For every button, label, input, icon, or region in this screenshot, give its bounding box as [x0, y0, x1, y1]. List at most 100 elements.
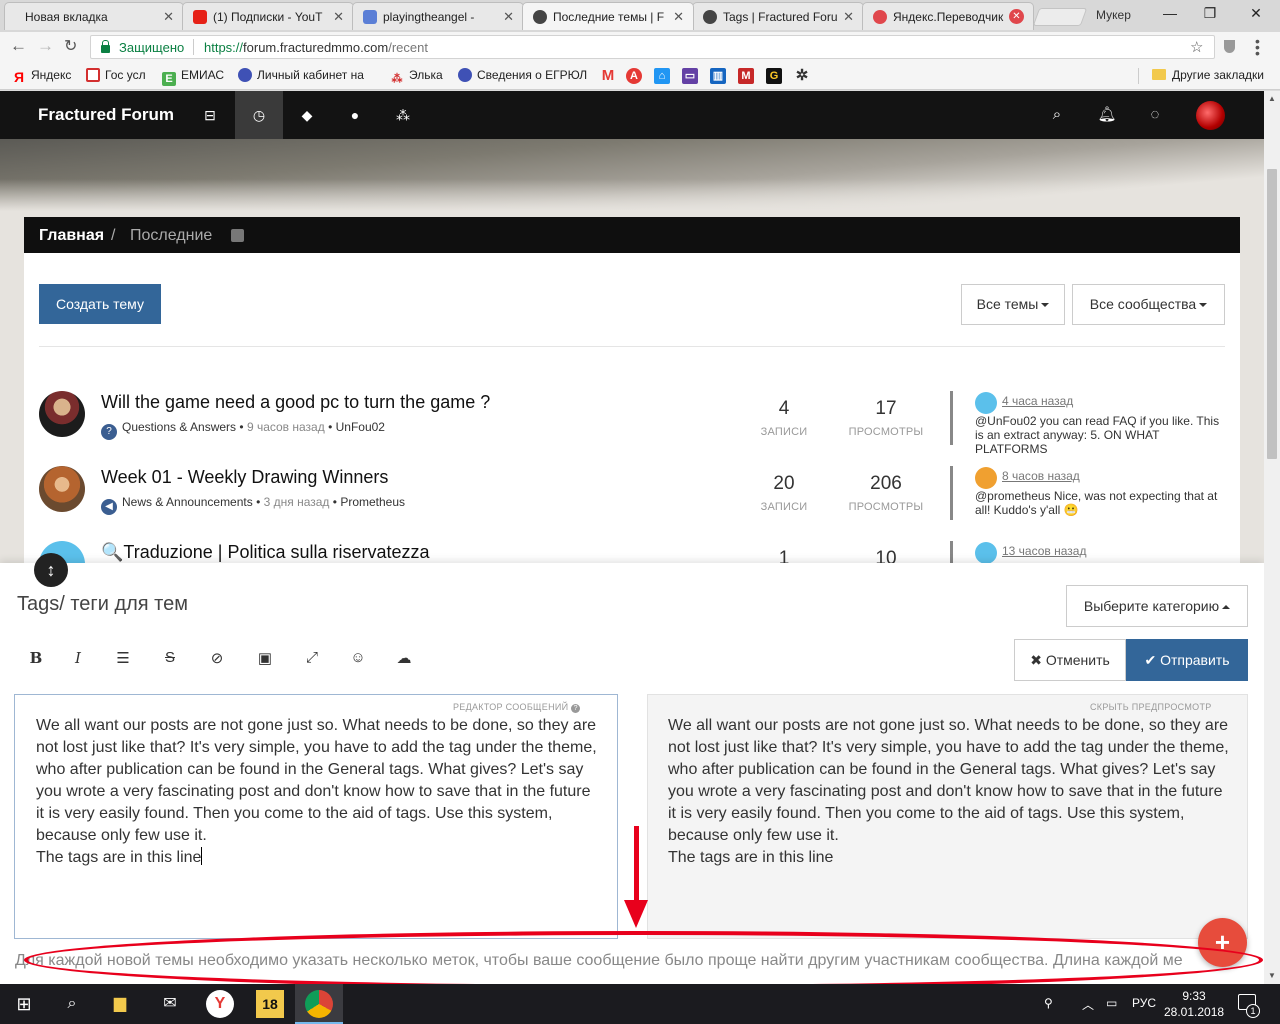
groups-icon[interactable]: ⁂ [379, 91, 427, 139]
close-tab-icon[interactable]: ✕ [843, 3, 854, 30]
twitch-icon[interactable]: ▭ [682, 68, 698, 84]
fullscreen-icon[interactable]: ⤢ [300, 649, 324, 666]
tab-new-tab[interactable]: Новая вкладка ✕ [4, 2, 184, 30]
people-icon[interactable]: ⚲ [1044, 996, 1053, 1010]
avatar[interactable] [975, 392, 997, 414]
close-window-icon[interactable]: ✕ [1236, 5, 1276, 22]
close-tab-icon[interactable]: ✕ [503, 3, 514, 30]
avatar[interactable] [39, 391, 85, 437]
bold-icon[interactable]: B [24, 649, 48, 667]
metro-icon[interactable]: M [600, 68, 616, 84]
browser-menu-icon[interactable]: • • • [1255, 34, 1260, 60]
forum-brand[interactable]: Fractured Forum [38, 105, 174, 125]
avatar[interactable] [975, 542, 997, 564]
shopping-icon[interactable]: ⌂ [654, 68, 670, 84]
translate-icon[interactable]: A [626, 68, 642, 84]
avatar[interactable] [1196, 101, 1225, 130]
language-indicator[interactable]: РУС [1132, 996, 1156, 1010]
rss-icon[interactable] [231, 229, 244, 242]
cloud-upload-icon[interactable]: ☁ [392, 649, 416, 667]
windows-start-icon[interactable]: ⊞ [10, 990, 38, 1018]
topic-title[interactable]: 🔍Traduzione | Politica sulla riservatezz… [101, 542, 430, 563]
topic-author[interactable]: Prometheus [340, 495, 405, 509]
strikethrough-icon[interactable]: S [158, 649, 182, 666]
create-topic-button[interactable]: Создать тему [39, 284, 161, 324]
bell-icon[interactable]: 🔔︎ [1092, 91, 1122, 139]
tab-playingtheangel[interactable]: playingtheangel - ✕ [352, 2, 524, 30]
close-tab-icon[interactable]: ✕ [163, 3, 174, 30]
back-icon[interactable]: ← [10, 36, 27, 56]
url-omnibox[interactable]: Защищено https://forum.fracturedmmo.com/… [90, 35, 1215, 59]
topic-author[interactable]: UnFou02 [336, 420, 385, 434]
chrome-icon[interactable] [305, 990, 333, 1018]
bookmark-yandex[interactable]: Я Яндекс [12, 68, 71, 84]
tab-recent-topics[interactable]: Последние темы | F ✕ [522, 2, 694, 30]
chat-icon[interactable]: ◌ [1140, 91, 1170, 139]
tags-icon[interactable]: ◆ [283, 91, 331, 139]
tray-chevron-icon[interactable]: ︿ [1082, 996, 1094, 1013]
composer-title-input[interactable]: Tags/ теги для тем [17, 593, 188, 616]
emoji-icon[interactable]: ☺ [346, 649, 370, 666]
submit-button[interactable]: ✔ Отправить [1126, 639, 1248, 681]
teaser-time[interactable]: 4 часа назад [1002, 394, 1073, 408]
profile-name[interactable]: Мукер [1096, 8, 1131, 22]
bookmark-emias[interactable]: E ЕМИАС [162, 68, 224, 86]
minimize-icon[interactable]: — [1150, 5, 1190, 21]
network-icon[interactable]: ▭ [1106, 996, 1117, 1010]
reload-icon[interactable]: ↻ [64, 36, 77, 56]
extension-shield-icon[interactable] [1224, 40, 1235, 53]
all-topics-dropdown[interactable]: Все темы [961, 284, 1065, 325]
teaser-time[interactable]: 8 часов назад [1002, 469, 1080, 483]
new-tab-button[interactable] [1032, 8, 1088, 26]
bookmark-elka[interactable]: ⁂ Элька [390, 68, 443, 86]
close-tab-icon[interactable]: ✕ [1009, 9, 1024, 24]
teaser-time[interactable]: 13 часов назад [1002, 544, 1086, 558]
close-tab-icon[interactable]: ✕ [673, 3, 684, 30]
bookmark-tax[interactable]: Личный кабинет на [238, 68, 364, 82]
search-icon[interactable]: ⌕ [58, 990, 86, 1018]
bookmark-egrul[interactable]: Сведения о ЕГРЮЛ [458, 68, 587, 82]
file-explorer-icon[interactable]: ▆ [106, 990, 134, 1018]
topic-category[interactable]: News & Announcements [122, 495, 253, 509]
cancel-button[interactable]: ✖ Отменить [1014, 639, 1126, 681]
avatar[interactable] [39, 466, 85, 512]
message-editor[interactable]: РЕДАКТОР СООБЩЕНИЙ ? We all want our pos… [14, 694, 618, 939]
scroll-up-icon[interactable]: ▲ [1268, 94, 1276, 103]
editor-text[interactable]: We all want our posts are not gone just … [36, 715, 597, 869]
inbox-icon[interactable]: ⊟ [186, 91, 234, 139]
tab-youtube[interactable]: (1) Подписки - YouT ✕ [182, 2, 354, 30]
restore-icon[interactable]: ❐ [1190, 5, 1230, 22]
stats-icon[interactable]: ▥ [710, 68, 726, 84]
tab-tags[interactable]: Tags | Fractured Foru ✕ [692, 2, 864, 30]
all-categories-dropdown[interactable]: Все сообщества [1072, 284, 1225, 325]
other-bookmarks[interactable]: Другие закладки [1152, 68, 1264, 82]
user-icon[interactable]: ● [331, 91, 379, 139]
app-18-icon[interactable]: 18 [256, 990, 284, 1018]
topic-category[interactable]: Questions & Answers [122, 420, 236, 434]
list-icon[interactable]: ☰ [111, 649, 135, 667]
hide-preview-link[interactable]: СКРЫТЬ ПРЕДПРОСМОТР [1090, 702, 1212, 712]
url-text[interactable]: https://forum.fracturedmmo.com/recent [204, 40, 428, 55]
tab-yandex-translate[interactable]: Яндекс.Переводчик ✕ [862, 2, 1034, 30]
close-tab-icon[interactable]: ✕ [333, 3, 344, 30]
category-select[interactable]: Выберите категорию [1066, 585, 1248, 627]
topic-title[interactable]: Will the game need a good pc to turn the… [101, 392, 490, 413]
bookmark-gosusl[interactable]: Гос усл [86, 68, 146, 82]
mail-icon[interactable]: ✉ [156, 990, 184, 1018]
italic-icon[interactable]: I [66, 649, 90, 667]
bookmark-star-icon[interactable]: ☆ [1190, 38, 1203, 56]
resize-handle-icon[interactable]: ↕ [34, 553, 68, 587]
avatar[interactable] [975, 467, 997, 489]
image-icon[interactable]: ▣ [253, 649, 277, 667]
scrollbar-thumb[interactable] [1267, 169, 1277, 459]
topic-title[interactable]: Week 01 - Weekly Drawing Winners [101, 467, 388, 488]
help-icon[interactable]: ? [571, 704, 581, 713]
g-brand-icon[interactable]: G [766, 68, 782, 84]
yandex-browser-icon[interactable]: Y [206, 990, 234, 1018]
breadcrumb-home[interactable]: Главная [39, 227, 104, 245]
m-brand-icon[interactable]: M [738, 68, 754, 84]
recent-clock-icon[interactable]: ◷ [235, 91, 283, 139]
clock[interactable]: 9:33 28.01.2018 [1164, 988, 1224, 1020]
forward-icon[interactable]: → [37, 36, 54, 56]
scroll-down-icon[interactable]: ▼ [1268, 971, 1276, 980]
